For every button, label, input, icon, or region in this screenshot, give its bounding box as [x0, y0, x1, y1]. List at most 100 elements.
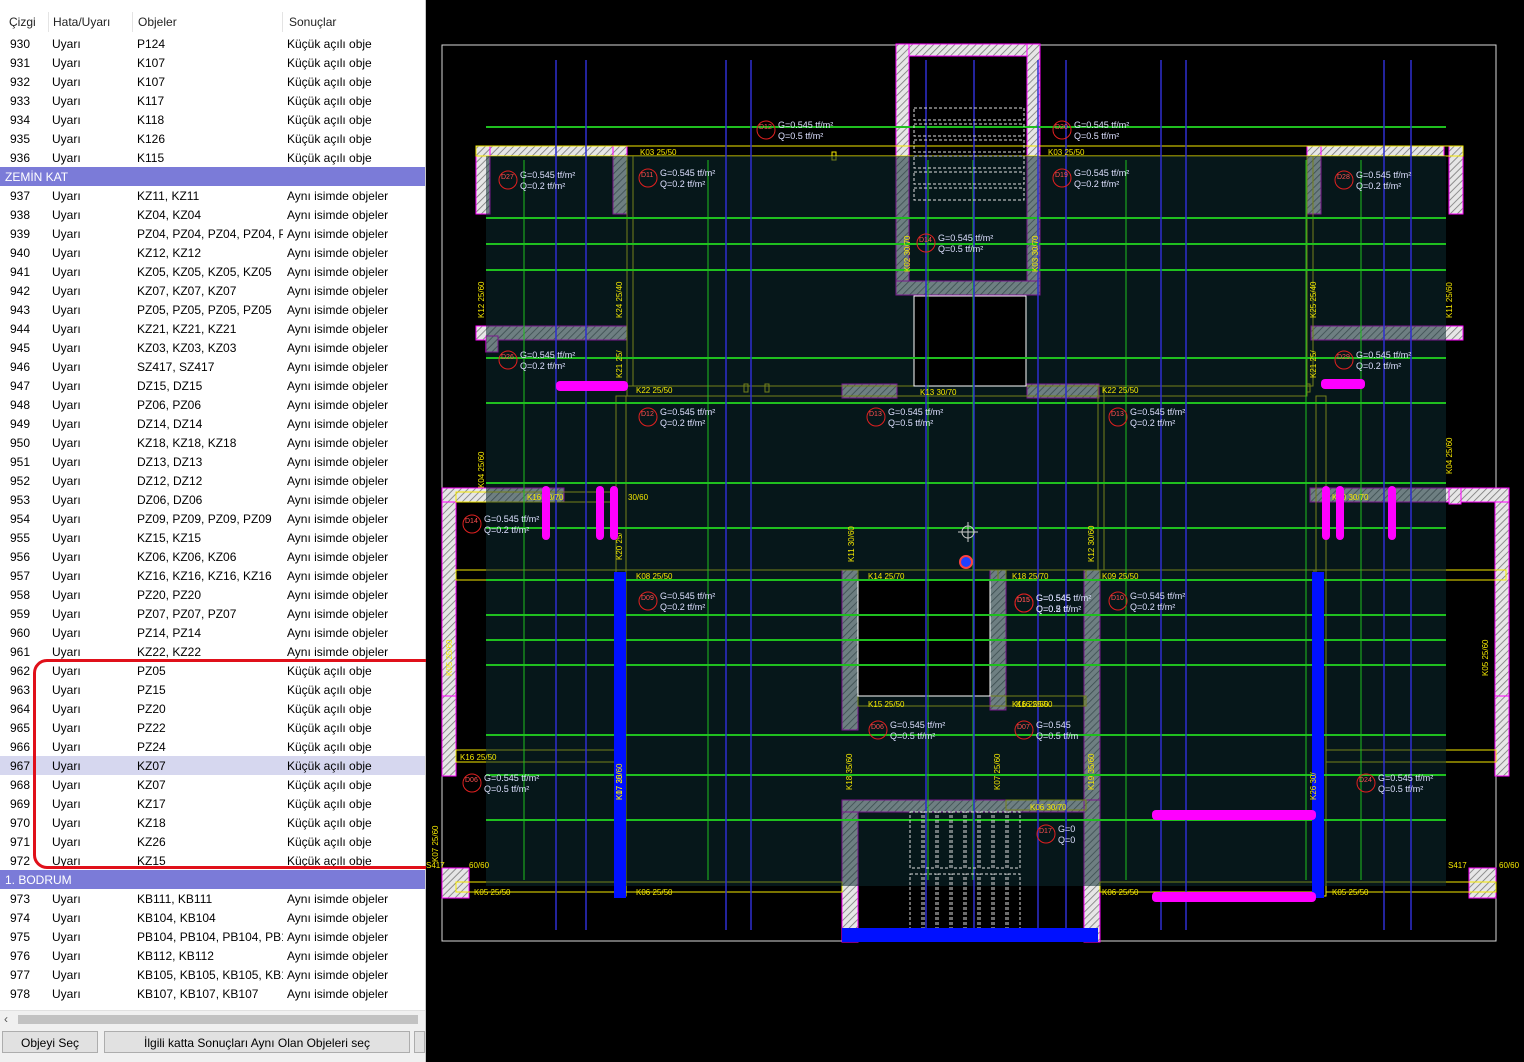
table-row[interactable]: 974 Uyarı KB104, KB104 Aynı isimde objeler [0, 908, 425, 927]
table-row[interactable]: 950 Uyarı KZ18, KZ18, KZ18 Aynı isimde obje… [0, 433, 425, 452]
table-row[interactable]: 961 Uyarı KZ22, KZ22 Aynı isimde objeler [0, 642, 425, 661]
table-row[interactable]: 972 Uyarı KZ15 Küçük açılı obje [0, 851, 425, 870]
row-line-number: 934 [10, 113, 31, 127]
header-separator[interactable] [132, 12, 133, 32]
table-row[interactable]: 939 Uyarı PZ04, PZ04, PZ04, PZ04, P... Aynı… [0, 224, 425, 243]
table-row[interactable]: 944 Uyarı KZ21, KZ21, KZ21 Aynı isimde obje… [0, 319, 425, 338]
cad-drawing-canvas[interactable]: K03 25/50 K03 25/50 K22 25/50 K13 30/70 K22 … [426, 0, 1524, 1062]
row-result: Aynı isimde objeler [287, 208, 389, 222]
table-row[interactable]: 965 Uyarı PZ22 Küçük açılı obje [0, 718, 425, 737]
slab-q-load: Q=0.2 tf/m² [484, 525, 529, 535]
select-same-results-button[interactable]: İlgili katta Sonuçları Aynı Olan Objeler… [104, 1031, 410, 1053]
scrollbar-thumb[interactable] [18, 1015, 418, 1024]
row-line-number: 978 [10, 987, 31, 1001]
table-row[interactable]: 962 Uyarı PZ05 Küçük açılı obje [0, 661, 425, 680]
table-row[interactable]: 959 Uyarı PZ07, PZ07, PZ07 Aynı isimde obje… [0, 604, 425, 623]
table-row[interactable]: 934 Uyarı K118 Küçük açılı obje [0, 110, 425, 129]
header-separator[interactable] [282, 12, 283, 32]
table-row[interactable]: 948 Uyarı PZ06, PZ06 Aynı isimde objeler [0, 395, 425, 414]
slab-q-load: Q=0.5 tf/m² [484, 784, 529, 794]
table-row[interactable]: 953 Uyarı DZ06, DZ06 Aynı isimde objeler [0, 490, 425, 509]
table-row[interactable]: 931 Uyarı K107 Küçük açılı obje [0, 53, 425, 72]
row-type: Uyarı [52, 968, 81, 982]
column-header-line[interactable]: Çizgi [9, 15, 36, 29]
table-row[interactable]: 933 Uyarı K117 Küçük açılı obje [0, 91, 425, 110]
column-label: K12 30/60 [1087, 525, 1096, 562]
table-row[interactable]: 968 Uyarı KZ07 Küçük açılı obje [0, 775, 425, 794]
column-label: K07 25/60 [993, 753, 1002, 790]
table-row[interactable]: 932 Uyarı K107 Küçük açılı obje [0, 72, 425, 91]
column-header-type[interactable]: Hata/Uyarı [53, 15, 110, 29]
table-row[interactable]: 963 Uyarı PZ15 Küçük açılı obje [0, 680, 425, 699]
table-row[interactable]: 930 Uyarı P124 Küçük açılı obje [0, 34, 425, 53]
shear-wall [895, 43, 1041, 57]
table-row-selected[interactable]: 967 Uyarı KZ07 Küçük açılı obje [0, 756, 425, 775]
column-label: K21 25/ [615, 350, 624, 378]
table-row[interactable]: 947 Uyarı DZ15, DZ15 Aynı isimde objeler [0, 376, 425, 395]
slab-g-load: G=0.545 tf/m² [484, 514, 539, 524]
table-row[interactable]: 954 Uyarı PZ09, PZ09, PZ09, PZ09 Aynı isimd… [0, 509, 425, 528]
table-row[interactable]: 943 Uyarı PZ05, PZ05, PZ05, PZ05 Aynı isimd… [0, 300, 425, 319]
ucs-icon [959, 555, 973, 569]
table-row[interactable]: 945 Uyarı KZ03, KZ03, KZ03 Aynı isimde obje… [0, 338, 425, 357]
table-row[interactable]: 938 Uyarı KZ04, KZ04 Aynı isimde objeler [0, 205, 425, 224]
scroll-left-arrow-icon[interactable]: ‹ [4, 1012, 8, 1026]
table-row[interactable]: 952 Uyarı DZ12, DZ12 Aynı isimde objeler [0, 471, 425, 490]
group-header-row[interactable]: 1. BODRUM [0, 870, 425, 889]
column-label: K11 25/60 [1445, 282, 1454, 318]
table-row[interactable]: 935 Uyarı K126 Küçük açılı obje [0, 129, 425, 148]
slab-q-load: Q=0.5 tf/m² [890, 731, 935, 741]
row-objects: PB104, PB104, PB104, PB1... [137, 930, 283, 944]
row-type: Uyarı [52, 512, 81, 526]
header-separator[interactable] [48, 12, 49, 32]
row-result: Aynı isimde objeler [287, 265, 389, 279]
table-row[interactable]: 941 Uyarı KZ05, KZ05, KZ05, KZ05 Aynı isimd… [0, 262, 425, 281]
slab-q-load: Q=0.5 tf/m² [1074, 131, 1119, 141]
table-row[interactable]: 977 Uyarı KB105, KB105, KB105, KB105 Aynı i… [0, 965, 425, 984]
row-line-number: 931 [10, 56, 31, 70]
row-line-number: 969 [10, 797, 31, 811]
table-row[interactable]: 978 Uyarı KB107, KB107, KB107 Aynı isimde o… [0, 984, 425, 1003]
table-row[interactable]: 969 Uyarı KZ17 Küçük açılı obje [0, 794, 425, 813]
table-row[interactable]: 971 Uyarı KZ26 Küçük açılı obje [0, 832, 425, 851]
table-row[interactable]: 936 Uyarı K115 Küçük açılı obje [0, 148, 425, 167]
table-row[interactable]: 966 Uyarı PZ24 Küçük açılı obje [0, 737, 425, 756]
floor-plan-drawing[interactable]: K03 25/50 K03 25/50 K22 25/50 K13 30/70 K22 … [426, 0, 1524, 1062]
results-list[interactable]: 930 Uyarı P124 Küçük açılı obje 931 Uyarı K107… [0, 34, 425, 1010]
column-header-results[interactable]: Sonuçlar [289, 15, 336, 29]
horizontal-scrollbar[interactable]: ‹ [0, 1010, 425, 1028]
side-label: 60/60 [469, 861, 490, 870]
highlighted-member [610, 486, 618, 540]
table-row[interactable]: 958 Uyarı PZ20, PZ20 Aynı isimde objeler [0, 585, 425, 604]
table-row[interactable]: 955 Uyarı KZ15, KZ15 Aynı isimde objeler [0, 528, 425, 547]
table-row[interactable]: 957 Uyarı KZ16, KZ16, KZ16, KZ16 Aynı isimd… [0, 566, 425, 585]
row-objects: KZ18 [137, 816, 166, 830]
table-row[interactable]: 942 Uyarı KZ07, KZ07, KZ07 Aynı isimde obje… [0, 281, 425, 300]
row-type: Uyarı [52, 835, 81, 849]
table-row[interactable]: 937 Uyarı KZ11, KZ11 Aynı isimde objeler [0, 186, 425, 205]
table-row[interactable]: 960 Uyarı PZ14, PZ14 Aynı isimde objeler [0, 623, 425, 642]
row-line-number: 953 [10, 493, 31, 507]
group-header-row[interactable]: ZEMİN KAT [0, 167, 425, 186]
select-object-button[interactable]: Objeyi Seç [2, 1031, 98, 1053]
column-label: K19 35/60 [1087, 753, 1096, 790]
table-row[interactable]: 940 Uyarı KZ12, KZ12 Aynı isimde objeler [0, 243, 425, 262]
row-line-number: 939 [10, 227, 31, 241]
row-objects: DZ06, DZ06 [137, 493, 203, 507]
slab-g-load: G=0.545 tf/m² [520, 350, 575, 360]
table-row[interactable]: 949 Uyarı DZ14, DZ14 Aynı isimde objeler [0, 414, 425, 433]
row-type: Uyarı [52, 626, 81, 640]
table-row[interactable]: 956 Uyarı KZ06, KZ06, KZ06 Aynı isimde obje… [0, 547, 425, 566]
table-row[interactable]: 975 Uyarı PB104, PB104, PB104, PB1... Aynı … [0, 927, 425, 946]
table-row[interactable]: 976 Uyarı KB112, KB112 Aynı isimde objeler [0, 946, 425, 965]
row-line-number: 975 [10, 930, 31, 944]
table-row[interactable]: 973 Uyarı KB111, KB111 Aynı isimde objeler [0, 889, 425, 908]
table-row[interactable]: 946 Uyarı SZ417, SZ417 Aynı isimde objeler [0, 357, 425, 376]
table-row[interactable]: 970 Uyarı KZ18 Küçük açılı obje [0, 813, 425, 832]
column-header-objects[interactable]: Objeler [138, 15, 177, 29]
row-objects: PZ05 [137, 664, 166, 678]
table-row[interactable]: 964 Uyarı PZ20 Küçük açılı obje [0, 699, 425, 718]
table-row[interactable]: 951 Uyarı DZ13, DZ13 Aynı isimde objeler [0, 452, 425, 471]
slab-g-load: G=0.545 tf/m² [660, 407, 715, 417]
extra-button[interactable] [414, 1031, 425, 1053]
